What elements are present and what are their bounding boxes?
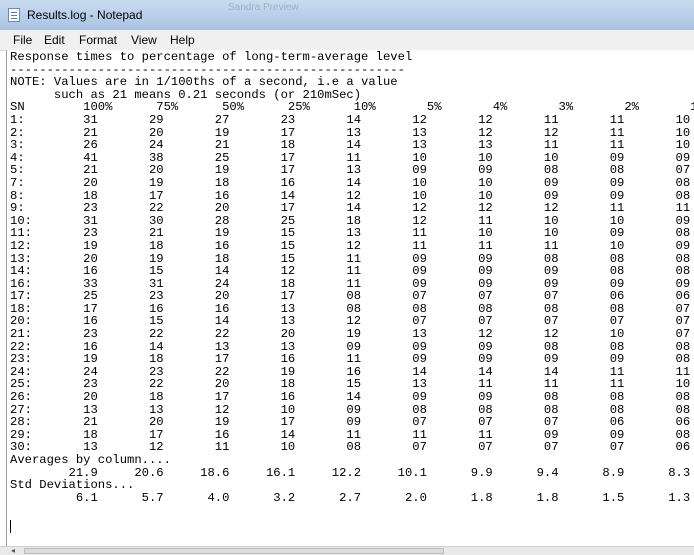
menu-bar: File Edit Format View Help: [0, 30, 694, 51]
log-text: Response times to percentage of long-ter…: [10, 51, 694, 504]
text-editor[interactable]: Response times to percentage of long-ter…: [6, 50, 694, 546]
menu-file[interactable]: File: [13, 33, 32, 47]
table-rows: 1: 31 29 27 23 14 12 12 11 11 10 2: 21 2…: [10, 113, 690, 454]
title-bar[interactable]: Results.log - Notepad Sandra Preview: [0, 0, 694, 31]
menu-view[interactable]: View: [131, 33, 157, 47]
std-deviations-values: 6.1 5.7 4.0 3.2 2.7 2.0 1.8 1.8 1.5 1.3: [10, 490, 691, 505]
window-title: Results.log - Notepad: [27, 8, 143, 22]
scrollbar-thumb[interactable]: [24, 548, 444, 554]
menu-help[interactable]: Help: [170, 33, 195, 47]
menu-edit[interactable]: Edit: [44, 33, 65, 47]
notepad-icon: [8, 8, 20, 22]
menu-format[interactable]: Format: [79, 33, 117, 47]
text-caret: [10, 520, 11, 533]
background-window-title: Sandra Preview: [228, 2, 299, 13]
